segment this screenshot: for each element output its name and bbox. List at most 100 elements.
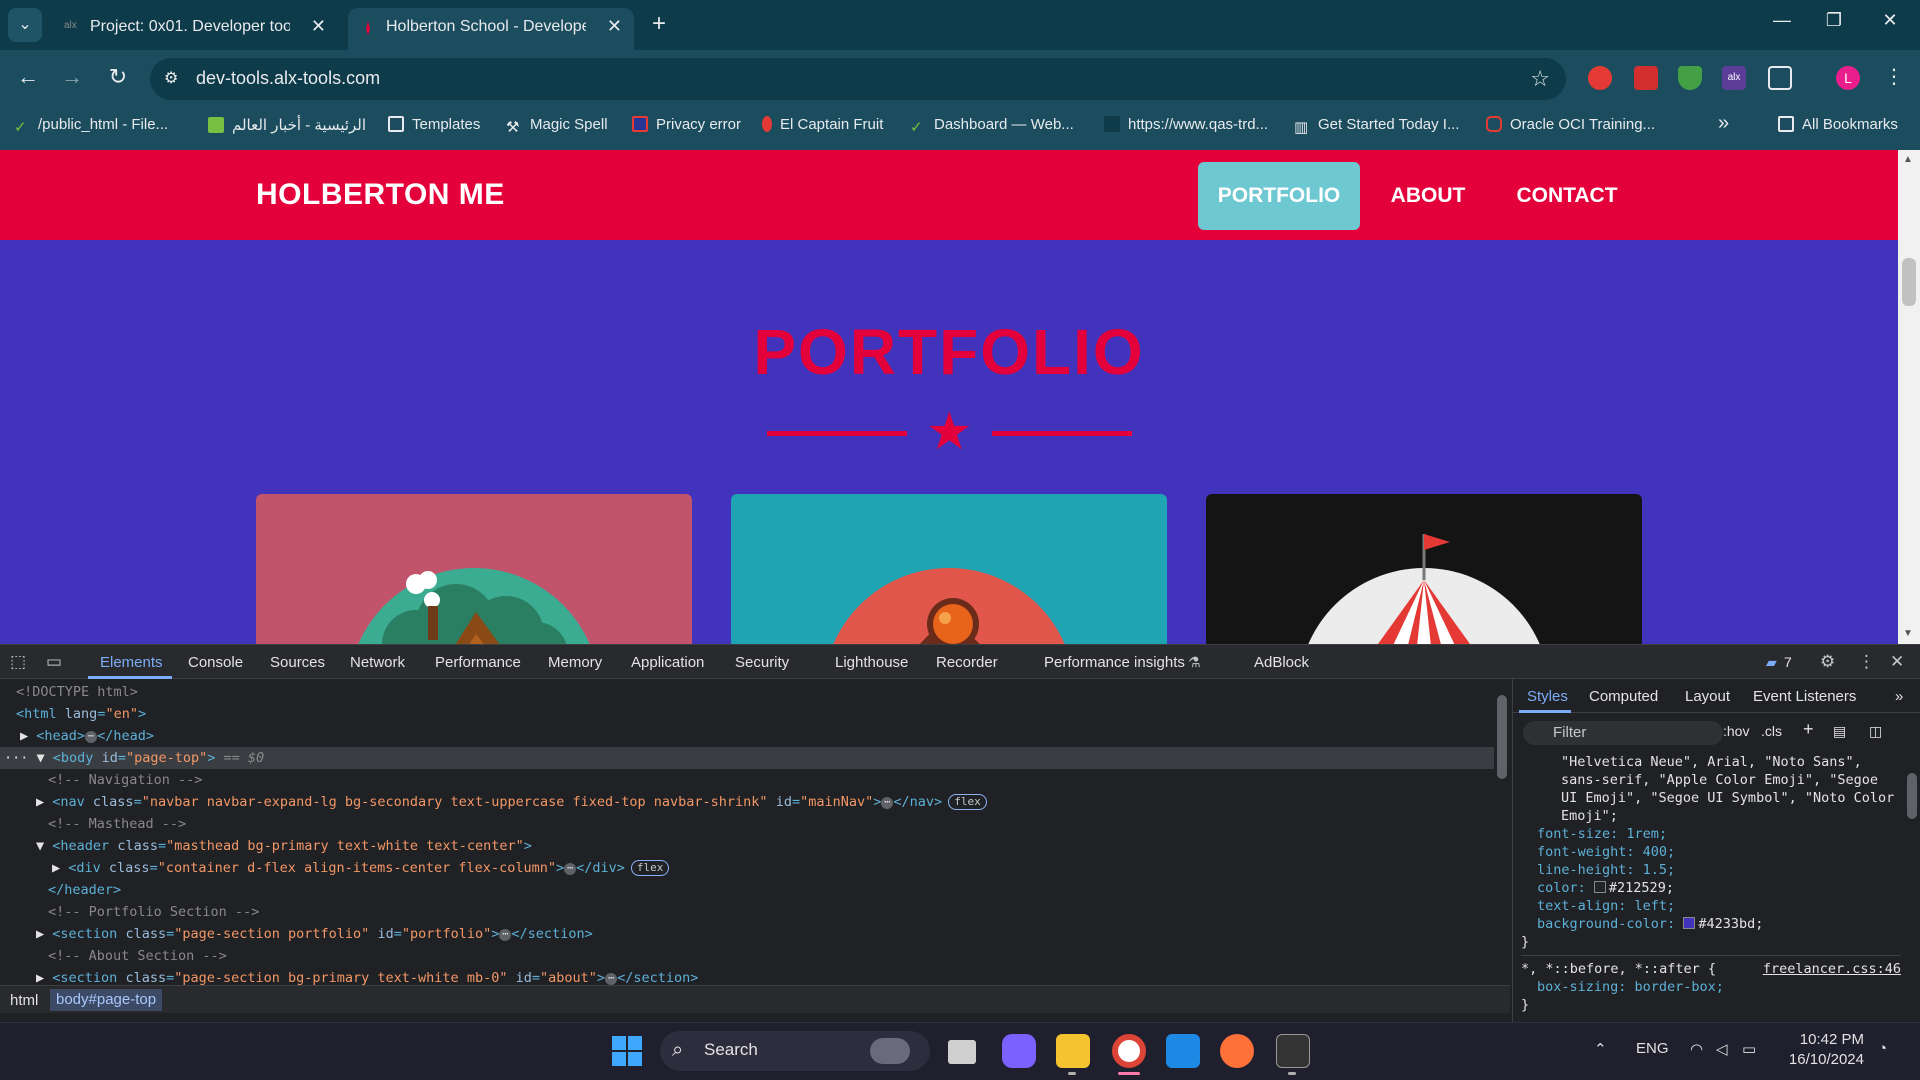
tab-project-devtools[interactable]: alx Project: 0x01. Developer tools | ✕: [52, 8, 338, 50]
bookmark-item[interactable]: ✓ Dashboard — Web...: [910, 116, 1074, 136]
dom-doctype[interactable]: <!DOCTYPE html>: [0, 681, 1494, 703]
taskbar-search-label[interactable]: Search: [704, 1040, 758, 1060]
close-devtools-icon[interactable]: ✕: [1890, 652, 1904, 672]
tab-adblock[interactable]: AdBlock: [1254, 654, 1309, 671]
minimize-icon[interactable]: —: [1762, 10, 1802, 31]
task-view-icon[interactable]: [948, 1040, 976, 1064]
portfolio-card-cake[interactable]: [731, 494, 1167, 644]
url-text[interactable]: dev-tools.alx-tools.com: [196, 68, 380, 89]
close-tab-icon[interactable]: ✕: [311, 16, 326, 37]
color-swatch[interactable]: [1593, 881, 1606, 893]
bookmark-star-icon[interactable]: ☆: [1530, 66, 1550, 92]
windows-start-icon[interactable]: [612, 1036, 642, 1066]
dom-div-container[interactable]: ▶ <div class="container d-flex align-ite…: [0, 857, 1494, 879]
dom-comment-nav[interactable]: <!-- Navigation -->: [0, 769, 1494, 791]
dom-scrollbar[interactable]: [1494, 679, 1510, 985]
notifications-icon[interactable]: ◔: [1878, 1040, 1887, 1057]
dom-body-selected[interactable]: ··· ▼ <body id="page-top"> == $0: [0, 747, 1494, 769]
tray-overflow-icon[interactable]: ⌃: [1594, 1040, 1607, 1058]
search-highlight-icon[interactable]: [870, 1038, 910, 1064]
settings-gear-icon[interactable]: ⚙: [1820, 652, 1835, 672]
more-tabs-icon[interactable]: »: [1895, 688, 1903, 705]
more-bookmarks-icon[interactable]: »: [1718, 112, 1729, 135]
address-bar[interactable]: ⚙ dev-tools.alx-tools.com ☆: [150, 58, 1566, 100]
dom-nav[interactable]: ▶ <nav class="navbar navbar-expand-lg bg…: [0, 791, 1494, 813]
firefox-icon[interactable]: [1220, 1034, 1254, 1068]
vscode-icon[interactable]: [1166, 1034, 1200, 1068]
css-font-size[interactable]: font-size: 1rem;: [1521, 825, 1901, 843]
tab-application[interactable]: Application: [631, 654, 704, 671]
bookmark-item[interactable]: الرئيسية - أخبار العالم: [208, 116, 366, 134]
bookmark-item[interactable]: https://www.qas-trd...: [1104, 116, 1268, 133]
site-info-icon[interactable]: ⚙: [164, 68, 178, 88]
elements-dom-tree[interactable]: <!DOCTYPE html> <html lang="en"> ▶ <head…: [0, 679, 1494, 985]
tab-console[interactable]: Console: [188, 654, 243, 671]
restore-icon[interactable]: ❐: [1814, 10, 1854, 31]
tab-layout[interactable]: Layout: [1685, 688, 1730, 705]
dom-header[interactable]: ▼ <header class="masthead bg-primary tex…: [0, 835, 1494, 857]
language-indicator[interactable]: ENG: [1636, 1040, 1669, 1057]
devtools-menu-icon[interactable]: ⋮: [1858, 652, 1875, 672]
new-rule-icon[interactable]: +: [1803, 719, 1814, 740]
dom-head[interactable]: ▶ <head> ⋯ </head>: [0, 725, 1494, 747]
scroll-thumb[interactable]: [1907, 773, 1917, 819]
styles-filter-input[interactable]: Filter: [1523, 721, 1723, 745]
taskbar-clock[interactable]: 10:42 PM 16/10/2024: [1784, 1030, 1864, 1070]
site-brand[interactable]: HOLBERTON ME: [256, 178, 505, 212]
tab-memory[interactable]: Memory: [548, 654, 602, 671]
css-font-family[interactable]: "Helvetica Neue", Arial, "Noto Sans", sa…: [1521, 753, 1901, 825]
close-window-icon[interactable]: ✕: [1870, 10, 1910, 31]
tab-search-button[interactable]: ⌄: [8, 8, 42, 42]
volume-icon[interactable]: ◁: [1716, 1040, 1728, 1058]
bookmark-item[interactable]: El Captain Fruit: [762, 116, 883, 133]
toggle-sidebar-icon[interactable]: ◫: [1869, 723, 1882, 740]
tab-computed[interactable]: Computed: [1589, 688, 1658, 705]
styles-scrollbar[interactable]: [1905, 751, 1919, 1021]
tab-lighthouse[interactable]: Lighthouse: [835, 654, 908, 671]
css-universal-rule[interactable]: *, *::before, *::after { freelancer.css:…: [1521, 955, 1901, 978]
dom-comment-masthead[interactable]: <!-- Masthead -->: [0, 813, 1494, 835]
css-rules[interactable]: "Helvetica Neue", Arial, "Noto Sans", sa…: [1521, 753, 1901, 1014]
scroll-thumb[interactable]: [1497, 695, 1507, 779]
new-tab-button[interactable]: +: [652, 10, 666, 38]
tab-security[interactable]: Security: [735, 654, 789, 671]
bookmark-item[interactable]: Oracle OCI Training...: [1486, 116, 1655, 133]
inspect-element-icon[interactable]: ⬚: [10, 652, 26, 672]
tab-performance-insights[interactable]: Performance insights: [1044, 654, 1185, 671]
tab-network[interactable]: Network: [350, 654, 405, 671]
color-swatch[interactable]: [1683, 917, 1696, 929]
back-icon[interactable]: ←: [12, 64, 44, 90]
ext-mega-icon[interactable]: [1634, 66, 1658, 90]
scroll-down-icon[interactable]: ▼: [1903, 628, 1913, 639]
scroll-up-icon[interactable]: ▲: [1903, 154, 1913, 165]
portfolio-card-circus[interactable]: [1206, 494, 1642, 644]
page-scrollbar[interactable]: ▲ ▼: [1898, 150, 1920, 644]
bookmark-item[interactable]: ✓/public_html - File...: [14, 116, 168, 136]
dom-section-portfolio[interactable]: ▶ <section class="page-section portfolio…: [0, 923, 1494, 945]
reload-icon[interactable]: ↻: [102, 64, 134, 90]
scroll-thumb[interactable]: [1902, 258, 1916, 306]
chrome-icon[interactable]: [1112, 1034, 1146, 1068]
terminal-icon[interactable]: [1276, 1034, 1310, 1068]
tab-event-listeners[interactable]: Event Listeners: [1753, 688, 1856, 705]
css-line-height[interactable]: line-height: 1.5;: [1521, 861, 1901, 879]
dom-html[interactable]: <html lang="en">: [0, 703, 1494, 725]
portfolio-card-cabin[interactable]: [256, 494, 692, 644]
ext-shield-icon[interactable]: [1678, 66, 1702, 90]
cls-toggle[interactable]: .cls: [1761, 723, 1782, 739]
ext-adblock-icon[interactable]: [1588, 66, 1612, 90]
tab-elements[interactable]: Elements: [100, 654, 163, 671]
nav-contact[interactable]: CONTACT: [1500, 162, 1634, 230]
dom-section-about[interactable]: ▶ <section class="page-section bg-primar…: [0, 967, 1494, 985]
bookmark-item[interactable]: ⚒ Magic Spell: [506, 116, 608, 136]
close-tab-icon[interactable]: ✕: [607, 16, 622, 37]
wifi-icon[interactable]: ◠: [1690, 1040, 1703, 1058]
tab-sources[interactable]: Sources: [270, 654, 325, 671]
all-bookmarks[interactable]: All Bookmarks: [1778, 116, 1898, 133]
battery-icon[interactable]: ▭: [1742, 1040, 1756, 1058]
breadcrumb-body[interactable]: body#page-top: [50, 989, 163, 1011]
bookmark-item[interactable]: Privacy error: [632, 116, 741, 133]
paint-icon[interactable]: ▤: [1833, 723, 1846, 740]
css-font-weight[interactable]: font-weight: 400;: [1521, 843, 1901, 861]
nav-about[interactable]: ABOUT: [1376, 162, 1480, 230]
